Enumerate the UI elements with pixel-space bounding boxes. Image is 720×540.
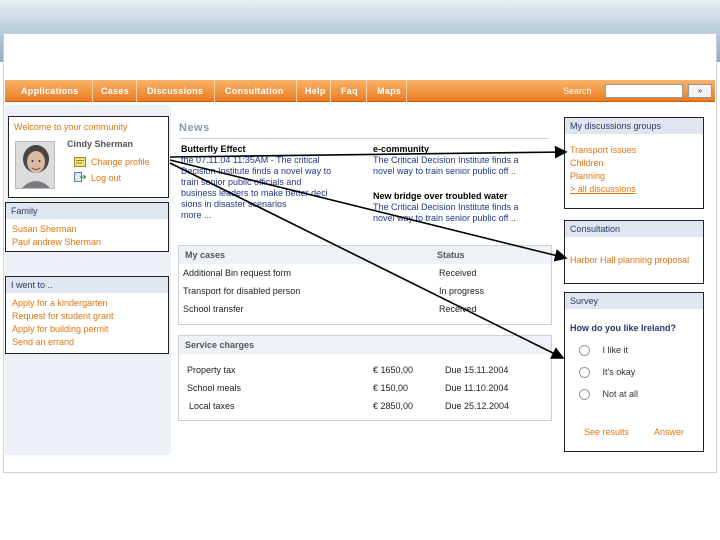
- want-to-heading: I went to ..: [6, 277, 168, 293]
- case-name: Additional Bin request form: [183, 268, 292, 278]
- see-results-link[interactable]: See results: [584, 427, 629, 437]
- nav-maps[interactable]: Maps: [371, 80, 407, 102]
- discussions-box: My discussions groups Transport issues C…: [564, 117, 704, 209]
- table-row[interactable]: Local taxes € 2850,00 Due 25.12.2004: [179, 397, 551, 415]
- news-item-body: the 07.11.04 11:35AM - The critical Deci…: [181, 155, 331, 221]
- change-profile-link[interactable]: Change profile: [91, 157, 150, 167]
- survey-option-label: Not at all: [602, 389, 639, 399]
- charges-heading: Service charges: [179, 336, 551, 354]
- family-member-paul[interactable]: Paul andrew Sherman: [12, 236, 162, 249]
- survey-heading: Survey: [565, 293, 703, 309]
- student-grant-link[interactable]: Request for student grant: [12, 310, 162, 323]
- radio-button[interactable]: [579, 367, 590, 379]
- service-charges-table: Service charges Property tax € 1650,00 D…: [178, 335, 552, 421]
- survey-option[interactable]: I like it: [579, 345, 629, 357]
- news-line: sions in disaster scenarios: [181, 199, 287, 209]
- apply-kindergarten-link[interactable]: Apply for a kindergarten: [12, 297, 162, 310]
- cases-header: My cases: [185, 250, 226, 260]
- survey-option-label: It's okay: [602, 367, 636, 377]
- nav-applications[interactable]: Applications: [15, 80, 93, 102]
- charge-name: School meals: [187, 383, 242, 393]
- case-status: Received: [439, 304, 477, 314]
- logout-link[interactable]: Log out: [91, 173, 121, 183]
- logout-icon: [74, 172, 86, 182]
- radio-button[interactable]: [579, 389, 590, 401]
- answer-button[interactable]: Answer: [654, 427, 684, 437]
- building-permit-link[interactable]: Apply for building permit: [12, 323, 162, 336]
- avatar: [15, 141, 55, 189]
- news-item-title[interactable]: New bridge over troubled water: [373, 191, 508, 201]
- want-to-box: I went to .. Apply for a kindergarten Re…: [5, 276, 169, 354]
- charge-name: Property tax: [187, 365, 236, 375]
- consultation-box: Consultation Harbor Hall planning propos…: [564, 220, 704, 284]
- news-item-title[interactable]: Butterfly Effect: [181, 144, 246, 154]
- status-header: Status: [437, 250, 465, 260]
- consultation-heading: Consultation: [565, 221, 703, 237]
- charge-name: Local taxes: [189, 401, 235, 411]
- family-member-susan[interactable]: Susan Sherman: [12, 223, 162, 236]
- welcome-heading: Welcome to your community: [14, 122, 128, 132]
- table-row[interactable]: Property tax € 1650,00 Due 15.11.2004: [179, 361, 551, 379]
- user-name: Cindy Sherman: [67, 139, 134, 149]
- search-label: Search: [563, 86, 592, 96]
- news-item-body: The Critical Decision Institute finds a …: [373, 155, 519, 177]
- search-input[interactable]: [605, 84, 683, 98]
- all-discussions-link[interactable]: > all discussions: [570, 183, 698, 196]
- family-heading: Family: [6, 203, 168, 219]
- case-name: School transfer: [183, 304, 244, 314]
- discussion-transport[interactable]: Transport issues: [570, 144, 698, 157]
- news-divider: [179, 138, 549, 139]
- news-item-body: The Critical Decision Institute finds a …: [373, 202, 519, 224]
- charge-amount: € 2850,00: [373, 401, 414, 411]
- radio-button[interactable]: [579, 345, 590, 357]
- survey-option-label: I like it: [602, 345, 629, 355]
- charge-amount: € 1650,00: [373, 365, 414, 375]
- discussion-planning[interactable]: Planning: [570, 170, 698, 183]
- table-row[interactable]: School meals € 150,00 Due 11.10.2004: [179, 379, 551, 397]
- news-line: The Critical Decision Institute finds a: [373, 155, 519, 165]
- search-button[interactable]: »: [688, 84, 712, 98]
- page-title: My Community: [629, 42, 708, 54]
- portrait-image: [16, 142, 54, 188]
- news-heading: News: [179, 122, 210, 134]
- consultation-link[interactable]: Harbor Hall planning proposal: [570, 254, 698, 267]
- nav-cases[interactable]: Cases: [95, 80, 137, 102]
- case-name: Transport for disabled person: [183, 286, 301, 296]
- main-nav: Applications Cases Discussions Consultat…: [5, 80, 715, 102]
- nav-faq[interactable]: Faq: [335, 80, 367, 102]
- discussion-children[interactable]: Children: [570, 157, 698, 170]
- send-errand-link[interactable]: Send an errand: [12, 336, 162, 349]
- news-line: Decision Institute finds a novel way to: [181, 166, 332, 176]
- news-line: novel way to train senior public off ..: [373, 213, 516, 223]
- cases-table: My cases Status Additional Bin request f…: [178, 245, 552, 325]
- news-item-title[interactable]: e-community: [373, 144, 429, 154]
- news-more-link[interactable]: more ...: [181, 210, 331, 221]
- charge-due: Due 11.10.2004: [445, 383, 509, 393]
- survey-option[interactable]: It's okay: [579, 367, 636, 379]
- news-line: business leaders to make better deci: [181, 188, 328, 198]
- cases-header-row: My cases Status: [179, 246, 551, 264]
- case-status: Received: [439, 268, 477, 278]
- discussions-heading: My discussions groups: [565, 118, 703, 134]
- profile-icon: [74, 157, 86, 167]
- nav-help[interactable]: Help: [299, 80, 331, 102]
- news-line: train senior public officials and: [181, 177, 302, 187]
- news-line: the 07.11.04 11:35AM - The critical: [181, 155, 320, 165]
- charge-due: Due 25.12.2004: [445, 401, 510, 411]
- welcome-box: Welcome to your community Cindy Sherman …: [8, 116, 169, 198]
- survey-option[interactable]: Not at all: [579, 389, 639, 401]
- family-box: Family Susan Sherman Paul andrew Sherman: [5, 202, 169, 252]
- nav-discussions[interactable]: Discussions: [141, 80, 215, 102]
- table-row[interactable]: Additional Bin request form Received: [179, 264, 551, 282]
- charge-due: Due 15.11.2004: [445, 365, 509, 375]
- table-row[interactable]: Transport for disabled person In progres…: [179, 282, 551, 300]
- survey-box: Survey How do you like Ireland? I like i…: [564, 292, 704, 452]
- case-status: In progress: [439, 286, 485, 296]
- survey-question: How do you like Ireland?: [570, 323, 677, 333]
- table-row[interactable]: School transfer Received: [179, 300, 551, 318]
- news-line: novel way to train senior public off ..: [373, 166, 516, 176]
- charge-amount: € 150,00: [373, 383, 409, 393]
- news-line: The Critical Decision Institute finds a: [373, 202, 519, 212]
- nav-consultation[interactable]: Consultation: [219, 80, 297, 102]
